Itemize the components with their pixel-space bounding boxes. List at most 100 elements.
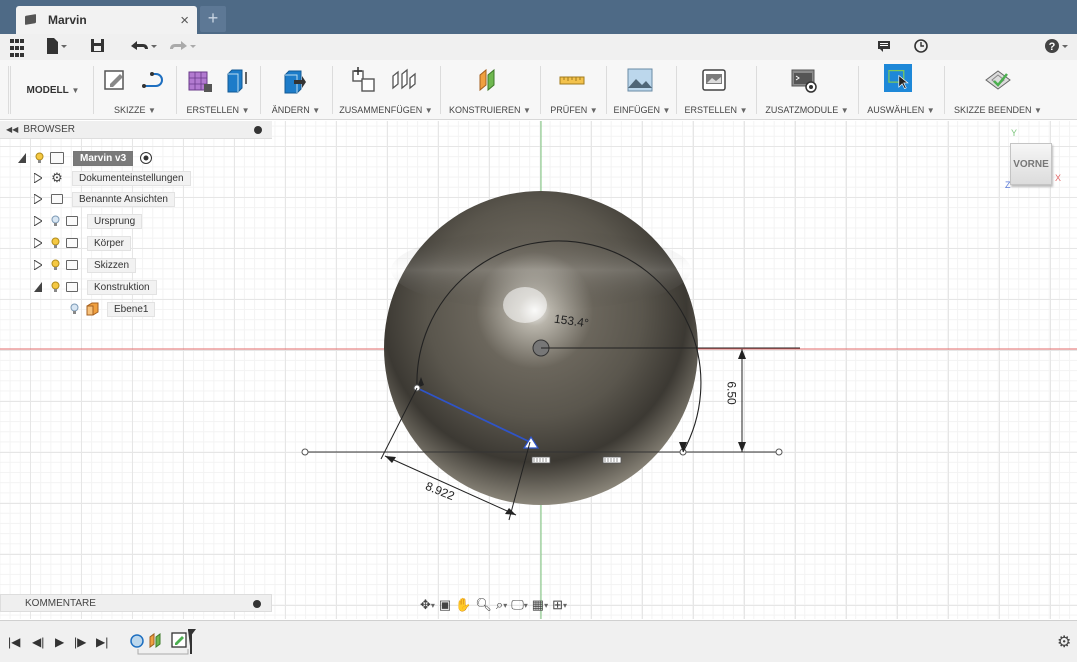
ribbon-group-select[interactable]: AUSWÄHLEN ▼ bbox=[862, 64, 940, 116]
modify-icon bbox=[284, 70, 306, 94]
collapse-arrows-icon[interactable]: ◀◀ bbox=[6, 125, 18, 134]
grid-settings-icon[interactable]: ▦▾ bbox=[532, 597, 548, 613]
browser-panel-header[interactable]: ◀◀ BROWSER bbox=[0, 121, 272, 139]
folder-icon bbox=[66, 216, 78, 226]
step-back-icon[interactable]: ◀| bbox=[32, 635, 44, 649]
title-bar: Marvin × + bbox=[0, 0, 1077, 34]
folder-icon bbox=[66, 260, 78, 270]
tree-item-construction[interactable]: Konstruktion bbox=[34, 278, 157, 296]
fit-zoom-icon[interactable]: ⌕▾ bbox=[496, 597, 507, 613]
viewcube-face-label: VORNE bbox=[1013, 158, 1049, 170]
joint-icon bbox=[392, 68, 416, 90]
ribbon-group-label: SKIZZE bbox=[114, 105, 146, 115]
collapsed-triangle-icon[interactable] bbox=[34, 238, 42, 248]
construction-plane-icon bbox=[86, 302, 99, 316]
job-status-icon[interactable] bbox=[876, 37, 892, 57]
activate-radio-icon[interactable] bbox=[139, 151, 153, 165]
root-component-label: Marvin v3 bbox=[73, 150, 134, 166]
undo-icon[interactable] bbox=[128, 37, 160, 57]
go-to-start-icon[interactable]: |◀ bbox=[8, 635, 20, 649]
ribbon-group-inspect[interactable]: PRÜFEN ▼ bbox=[544, 64, 604, 116]
timeline-bar: |◀ ◀| ▶ |▶ ▶| ⚙ bbox=[0, 620, 1077, 662]
timeline-settings-gear-icon[interactable]: ⚙ bbox=[1057, 632, 1071, 652]
add-comment-icon[interactable] bbox=[253, 600, 261, 608]
collapsed-triangle-icon[interactable] bbox=[34, 173, 42, 183]
ribbon-group-addins[interactable]: ZUSATZMODULE ▼ bbox=[760, 64, 854, 116]
viewports-icon[interactable]: ⊞▾ bbox=[552, 597, 567, 613]
close-tab-icon[interactable]: × bbox=[180, 12, 189, 29]
collapsed-triangle-icon[interactable] bbox=[34, 216, 42, 226]
ribbon-group-label: EINFÜGEN bbox=[613, 105, 661, 115]
play-icon[interactable]: ▶ bbox=[55, 635, 64, 649]
go-to-end-icon[interactable]: ▶| bbox=[96, 635, 108, 649]
ribbon-group-insert[interactable]: EINFÜGEN ▼ bbox=[610, 64, 674, 116]
viewcube-z-axis-label: Z bbox=[1005, 180, 1011, 190]
collapsed-triangle-icon[interactable] bbox=[34, 194, 42, 204]
comments-panel-header[interactable]: KOMMENTARE bbox=[0, 594, 272, 612]
visibility-bulb-off-icon[interactable] bbox=[70, 303, 79, 315]
addins-icon bbox=[791, 69, 817, 93]
document-tab[interactable]: Marvin × bbox=[16, 6, 197, 34]
vertical-dimension-label[interactable]: 6.50 bbox=[725, 381, 739, 404]
tree-root-node[interactable]: Marvin v3 bbox=[18, 149, 153, 167]
visibility-bulb-icon[interactable] bbox=[35, 152, 44, 164]
ribbon-group-assemble[interactable]: ZUSAMMENFÜGEN ▼ bbox=[336, 64, 436, 116]
timeline-marker-icon bbox=[188, 629, 196, 654]
save-icon[interactable] bbox=[90, 37, 106, 57]
tree-item-plane1[interactable]: Ebene1 bbox=[70, 300, 156, 318]
tree-item-label: Körper bbox=[87, 235, 132, 251]
visibility-bulb-icon[interactable] bbox=[51, 237, 60, 249]
ribbon-group-sketch[interactable]: SKIZZE ▼ bbox=[98, 64, 172, 116]
ribbon-group-label: KONSTRUIEREN bbox=[449, 105, 521, 115]
ribbon-group-label: ÄNDERN bbox=[271, 105, 310, 115]
ribbon-group-modify[interactable]: ÄNDERN ▼ bbox=[264, 64, 328, 116]
ribbon-group-make[interactable]: ERSTELLEN ▼ bbox=[680, 64, 752, 116]
visibility-bulb-icon[interactable] bbox=[51, 281, 60, 293]
new-tab-button[interactable]: + bbox=[200, 6, 226, 32]
browser-pin-icon[interactable] bbox=[254, 126, 262, 134]
visibility-bulb-icon[interactable] bbox=[51, 259, 60, 271]
tree-item-label: Benannte Ansichten bbox=[72, 191, 175, 207]
visibility-bulb-off-icon[interactable] bbox=[51, 215, 60, 227]
extrude-icon bbox=[227, 69, 247, 93]
insert-icon bbox=[627, 68, 653, 92]
step-forward-icon[interactable]: |▶ bbox=[74, 635, 86, 649]
ribbon-group-stop-sketch[interactable]: SKIZZE BEENDEN ▼ bbox=[948, 64, 1048, 116]
timeline-sphere-icon bbox=[130, 634, 144, 648]
tree-item-sketches[interactable]: Skizzen bbox=[34, 256, 137, 274]
orbit-icon[interactable]: ✥▾ bbox=[420, 597, 435, 613]
ribbon-toolbar: MODELL ▼ SKIZZE ▼ ERSTELLEN ▼ ÄNDERN ▼ Z… bbox=[0, 60, 1077, 120]
display-settings-icon[interactable]: 🖵▾ bbox=[511, 597, 528, 613]
collapsed-triangle-icon[interactable] bbox=[34, 260, 42, 270]
redo-icon[interactable] bbox=[168, 37, 200, 57]
look-at-icon[interactable]: ▣ bbox=[439, 597, 451, 613]
viewcube[interactable]: VORNE bbox=[1010, 143, 1052, 185]
sketch-icon bbox=[104, 70, 124, 90]
file-menu-icon[interactable] bbox=[45, 37, 67, 57]
ribbon-group-label: ERSTELLEN bbox=[684, 105, 738, 115]
timeline-features[interactable] bbox=[128, 629, 200, 657]
zoom-icon[interactable]: 🔍︎ bbox=[475, 597, 492, 613]
pan-hand-icon[interactable]: ✋ bbox=[455, 597, 471, 613]
ribbon-group-construct[interactable]: KONSTRUIEREN ▼ bbox=[444, 64, 536, 116]
horizontal-constraint-icon bbox=[602, 456, 622, 464]
expanded-triangle-icon[interactable] bbox=[34, 282, 42, 292]
help-icon[interactable]: ? bbox=[1044, 37, 1070, 57]
workspace-mode-dropdown[interactable]: MODELL ▼ bbox=[14, 66, 92, 114]
tree-item-label: Dokumenteinstellungen bbox=[72, 170, 191, 186]
viewcube-x-axis-label: X bbox=[1055, 173, 1062, 183]
folder-icon bbox=[66, 238, 78, 248]
ribbon-group-label: ZUSAMMENFÜGEN bbox=[339, 105, 423, 115]
tree-item-origin[interactable]: Ursprung bbox=[34, 212, 143, 230]
tree-item-named-views[interactable]: Benannte Ansichten bbox=[34, 190, 175, 208]
data-panel-grid-icon[interactable] bbox=[10, 39, 24, 59]
expanded-triangle-icon[interactable] bbox=[18, 153, 26, 163]
folder-icon bbox=[51, 194, 63, 204]
tree-item-document-settings[interactable]: ⚙ Dokumenteinstellungen bbox=[34, 169, 191, 187]
navigation-toolbar: ✥▾ ▣ ✋ 🔍︎ ⌕▾ 🖵▾ ▦▾ ⊞▾ bbox=[420, 594, 658, 616]
tree-item-bodies[interactable]: Körper bbox=[34, 234, 132, 252]
ribbon-group-label: ZUSATZMODULE bbox=[765, 105, 839, 115]
ribbon-group-create[interactable]: ERSTELLEN ▼ bbox=[180, 64, 256, 116]
ribbon-group-label: AUSWÄHLEN bbox=[867, 105, 925, 115]
history-clock-icon[interactable] bbox=[912, 37, 930, 57]
